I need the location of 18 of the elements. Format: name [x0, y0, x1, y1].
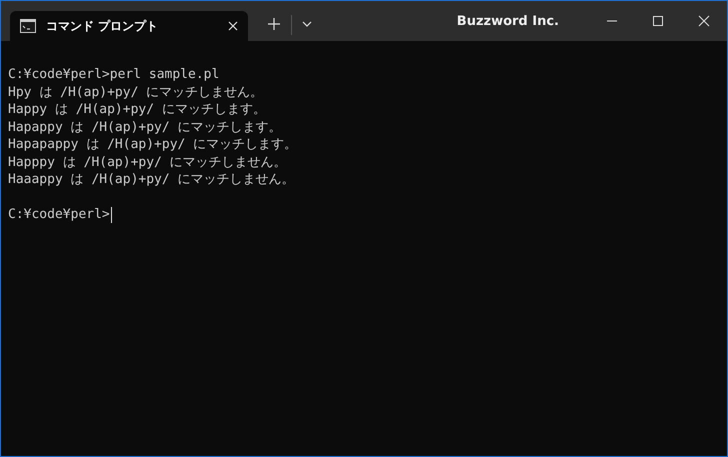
console-output-line: Haaappy は /H(ap)+py/ にマッチしません。: [8, 171, 296, 188]
console-icon: [20, 19, 36, 33]
text-cursor: [110, 206, 112, 223]
tab[interactable]: コマンド プロンプト: [10, 11, 248, 41]
console-output-line: Happpy は /H(ap)+py/ にマッチしません。: [8, 154, 288, 171]
app-name: Buzzword Inc.: [456, 14, 559, 29]
console-output-line: Hpy は /H(ap)+py/ にマッチしません。: [8, 84, 264, 101]
close-icon[interactable]: [698, 15, 710, 27]
console-output-line: C:¥code¥perl>perl sample.pl: [8, 66, 220, 84]
console-output-line: Happy は /H(ap)+py/ にマッチします。: [8, 101, 267, 118]
close-tab-icon[interactable]: [228, 21, 238, 31]
maximize-icon[interactable]: [652, 15, 664, 27]
console-output-line: Hapapappy は /H(ap)+py/ にマッチします。: [8, 136, 298, 154]
tab-label: コマンド プロンプト: [46, 18, 160, 34]
console-output-line: Hapappy は /H(ap)+py/ にマッチします。: [8, 118, 283, 136]
dropdown-icon[interactable]: [302, 21, 312, 27]
command-prompt: C:¥code¥perl>: [8, 206, 110, 224]
new-tab-icon[interactable]: [268, 18, 280, 30]
